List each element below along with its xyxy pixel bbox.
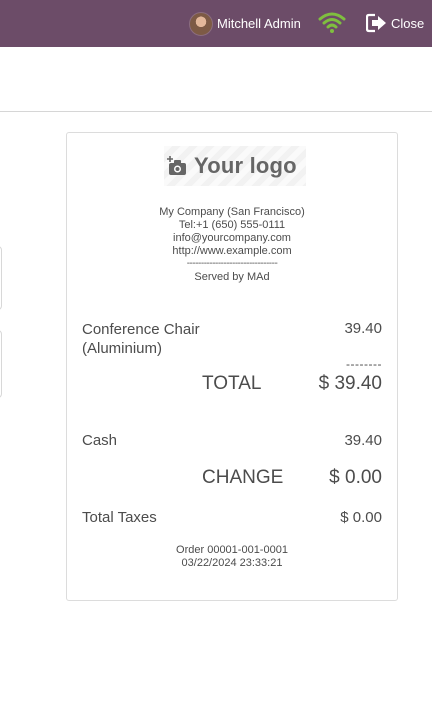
header-separator: -------------------------------- — [186, 258, 278, 269]
order-line-price: 39.40 — [344, 320, 382, 337]
user-name: Mitchell Admin — [217, 16, 301, 31]
taxes-label: Total Taxes — [82, 509, 157, 526]
company-website: http://www.example.com — [172, 245, 292, 257]
logo-text: Your logo — [194, 153, 297, 178]
change-label: CHANGE — [202, 467, 284, 488]
total-value: $ 39.40 — [318, 373, 382, 394]
user-menu[interactable]: Mitchell Admin — [189, 11, 301, 36]
company-info: My Company (San Francisco) Tel:+1 (650) … — [66, 206, 398, 258]
sign-out-icon — [366, 13, 386, 33]
left-panel-card[interactable] — [0, 246, 2, 310]
product-name: Conference Chair — [82, 321, 200, 338]
served-by: Served by MAd — [194, 271, 270, 283]
order-info: Order 00001-001-0001 03/22/2024 23:33:21 — [66, 544, 398, 570]
order-line-product: Conference Chair (Aluminium) — [82, 320, 232, 358]
secondary-bar — [0, 47, 432, 112]
payment-method: Cash — [82, 432, 118, 449]
total-separator: -------- — [346, 357, 382, 371]
camera-plus-icon — [167, 156, 186, 175]
company-logo: Your logo — [164, 146, 306, 186]
order-datetime: 03/22/2024 23:33:21 — [181, 557, 283, 569]
company-name: My Company (San Francisco) — [159, 206, 305, 218]
taxes-value: $ 0.00 — [340, 509, 382, 526]
payment-amount: 39.40 — [344, 432, 382, 449]
total-label: TOTAL — [202, 373, 262, 394]
wifi-icon[interactable] — [318, 10, 346, 34]
user-avatar — [189, 11, 213, 36]
close-label: Close — [391, 15, 425, 31]
close-button[interactable]: Close — [366, 12, 424, 34]
product-variant: (Aluminium) — [82, 340, 163, 357]
change-value: $ 0.00 — [329, 467, 382, 488]
company-email: info@yourcompany.com — [173, 232, 291, 244]
company-phone: Tel:+1 (650) 555-0111 — [178, 219, 286, 231]
left-panel-card[interactable] — [0, 330, 2, 398]
order-reference: Order 00001-001-0001 — [176, 544, 288, 556]
top-bar: Mitchell Admin Close — [0, 0, 432, 47]
